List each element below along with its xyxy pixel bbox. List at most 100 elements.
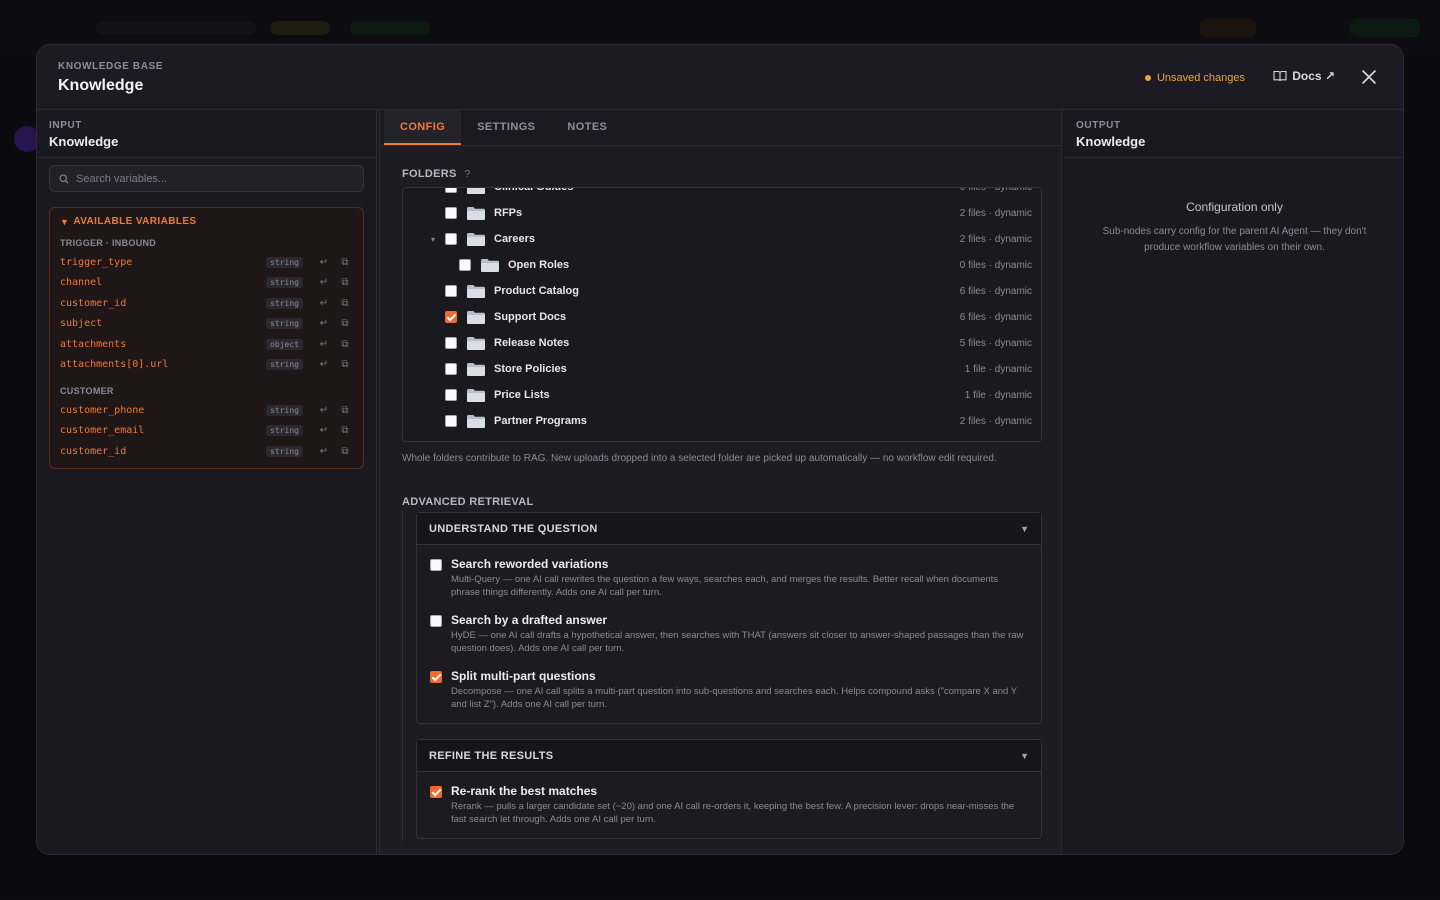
accordion-header[interactable]: UNDERSTAND THE QUESTION ▼: [417, 513, 1041, 545]
variable-group-label: CUSTOMER: [60, 386, 114, 396]
variable-row[interactable]: subject string ↵ ⧉: [60, 314, 353, 335]
output-label: OUTPUT: [1076, 120, 1121, 131]
folder-file-count: 1 file · dynamic: [964, 363, 1032, 375]
variable-row[interactable]: attachments[0].url string ↵ ⧉: [60, 355, 353, 376]
option-title: Search by a drafted answer: [451, 613, 608, 627]
folder-row[interactable]: Help Center: [403, 434, 1041, 442]
chevron-down-icon[interactable]: ▼: [1020, 524, 1029, 534]
folder-checkbox[interactable]: [445, 415, 457, 427]
folder-file-count: 1 file · dynamic: [964, 389, 1032, 401]
folder-row[interactable]: ▾ Careers 2 files · dynamic: [403, 226, 1041, 252]
variable-type-badge: object: [266, 338, 303, 350]
variable-type-badge: string: [266, 445, 303, 457]
search-input[interactable]: [76, 172, 346, 185]
folder-checkbox[interactable]: [445, 285, 457, 297]
copy-icon[interactable]: ⧉: [337, 339, 353, 350]
folder-name: Partner Programs: [494, 415, 587, 427]
folder-row[interactable]: Support Docs 6 files · dynamic: [403, 304, 1041, 330]
variable-type-badge: string: [266, 359, 303, 371]
variable-row[interactable]: customer_email string ↵ ⧉: [60, 421, 353, 442]
variable-row[interactable]: attachments object ↵ ⧉: [60, 334, 353, 355]
folders-heading: FOLDERS ?: [402, 168, 470, 180]
copy-icon[interactable]: ⧉: [337, 277, 353, 288]
tab-settings[interactable]: SETTINGS: [461, 110, 551, 145]
modal-eyebrow: KNOWLEDGE BASE: [58, 61, 164, 72]
folder-list[interactable]: Clinical Guides 0 files · dynamic RFPs 2 fi…: [402, 187, 1042, 442]
folder-checkbox[interactable]: [445, 207, 457, 219]
folder-checkbox[interactable]: [445, 188, 457, 193]
variable-type-badge: string: [266, 297, 303, 309]
folder-icon: [467, 207, 485, 220]
folder-row[interactable]: Partner Programs 2 files · dynamic: [403, 408, 1041, 434]
insert-icon[interactable]: ↵: [316, 359, 332, 370]
copy-icon[interactable]: ⧉: [337, 405, 353, 416]
folder-name: Release Notes: [494, 337, 570, 349]
option-checkbox[interactable]: [430, 615, 442, 627]
chevron-down-icon[interactable]: ▼: [1020, 751, 1029, 761]
option-checkbox[interactable]: [430, 671, 442, 683]
close-icon[interactable]: [1359, 67, 1379, 87]
config-panel: CONFIG SETTINGS NOTES FOLDERS ? Clinical G…: [379, 110, 1062, 854]
variable-name: attachments: [60, 338, 127, 350]
variable-search[interactable]: [49, 165, 364, 192]
variable-row[interactable]: customer_id string ↵ ⧉: [60, 441, 353, 462]
folder-file-count: 2 files · dynamic: [959, 207, 1032, 219]
help-icon[interactable]: ?: [465, 169, 471, 180]
insert-icon[interactable]: ↵: [316, 425, 332, 436]
retrieval-option: Search reworded variations Multi-Query — …: [417, 557, 1041, 599]
variable-type-badge: string: [266, 425, 303, 437]
folder-checkbox[interactable]: [445, 311, 457, 323]
expand-caret-icon[interactable]: ▾: [431, 235, 435, 244]
insert-icon[interactable]: ↵: [316, 277, 332, 288]
docs-label: Docs ↗: [1292, 69, 1335, 83]
copy-icon[interactable]: ⧉: [337, 359, 353, 370]
folder-name: Help Center: [494, 441, 556, 442]
folder-checkbox[interactable]: [445, 337, 457, 349]
copy-icon[interactable]: ⧉: [337, 257, 353, 268]
search-icon: [59, 173, 69, 183]
variable-row[interactable]: trigger_type string ↵ ⧉: [60, 252, 353, 273]
folder-icon: [467, 363, 485, 376]
folder-row[interactable]: Release Notes 5 files · dynamic: [403, 330, 1041, 356]
output-value: Knowledge: [1076, 134, 1146, 149]
insert-icon[interactable]: ↵: [316, 298, 332, 309]
available-variables-toggle[interactable]: ▼ AVAILABLE VARIABLES: [60, 216, 353, 227]
folder-checkbox[interactable]: [445, 363, 457, 375]
folder-checkbox[interactable]: [445, 441, 457, 442]
copy-icon[interactable]: ⧉: [337, 446, 353, 457]
folder-row[interactable]: Price Lists 1 file · dynamic: [403, 382, 1041, 408]
folder-checkbox[interactable]: [445, 389, 457, 401]
insert-icon[interactable]: ↵: [316, 318, 332, 329]
insert-icon[interactable]: ↵: [316, 257, 332, 268]
option-checkbox[interactable]: [430, 786, 442, 798]
variable-row[interactable]: customer_id string ↵ ⧉: [60, 293, 353, 314]
insert-icon[interactable]: ↵: [316, 339, 332, 350]
variable-name: customer_phone: [60, 404, 145, 416]
folder-row[interactable]: RFPs 2 files · dynamic: [403, 200, 1041, 226]
retrieval-option: Search by a drafted answer HyDE — one AI …: [417, 613, 1041, 655]
retrieval-option: Split multi-part questions Decompose — on…: [417, 669, 1041, 711]
tab-config[interactable]: CONFIG: [384, 110, 462, 145]
folder-row[interactable]: Open Roles 0 files · dynamic: [403, 252, 1041, 278]
tab-notes[interactable]: NOTES: [551, 110, 623, 145]
accordion-header[interactable]: REFINE THE RESULTS ▼: [417, 740, 1041, 772]
insert-icon[interactable]: ↵: [316, 446, 332, 457]
variable-row[interactable]: customer_phone string ↵ ⧉: [60, 400, 353, 421]
available-variables: ▼ AVAILABLE VARIABLES TRIGGER · INBOUND t…: [49, 207, 364, 469]
folder-row[interactable]: Store Policies 1 file · dynamic: [403, 356, 1041, 382]
folder-checkbox[interactable]: [445, 233, 457, 245]
folder-name: Product Catalog: [494, 285, 579, 297]
docs-button[interactable]: Docs ↗: [1273, 69, 1335, 83]
folder-checkbox[interactable]: [459, 259, 471, 271]
option-checkbox[interactable]: [430, 559, 442, 571]
copy-icon[interactable]: ⧉: [337, 298, 353, 309]
available-variables-title: AVAILABLE VARIABLES: [73, 216, 197, 227]
copy-icon[interactable]: ⧉: [337, 425, 353, 436]
copy-icon[interactable]: ⧉: [337, 318, 353, 329]
variable-row[interactable]: channel string ↵ ⧉: [60, 273, 353, 294]
folder-row[interactable]: Product Catalog 6 files · dynamic: [403, 278, 1041, 304]
folders-note: Whole folders contribute to RAG. New upl…: [402, 453, 997, 464]
variable-name: customer_email: [60, 425, 145, 437]
insert-icon[interactable]: ↵: [316, 405, 332, 416]
folder-row[interactable]: Clinical Guides 0 files · dynamic: [403, 188, 1041, 200]
